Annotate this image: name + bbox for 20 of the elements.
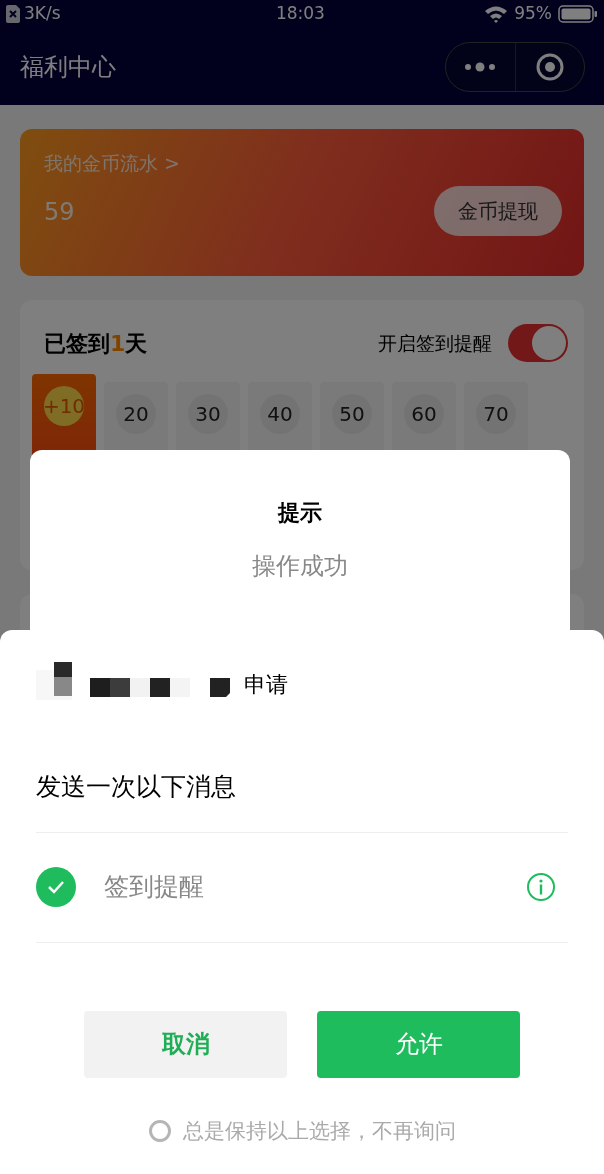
page-title: 福利中心 <box>20 51 116 83</box>
network-speed: 3K/s <box>24 2 61 26</box>
coin-reward: 20 <box>116 394 156 434</box>
signin-title: 已签到1天 <box>44 329 148 358</box>
coin-reward: 30 <box>188 394 228 434</box>
coin-reward: 50 <box>332 394 372 434</box>
coin-reward: 60 <box>404 394 444 434</box>
request-text: 申请 <box>244 670 288 699</box>
remember-label: 总是保持以上选择，不再询问 <box>182 1117 456 1145</box>
coin-reward: 40 <box>260 394 300 434</box>
sheet-heading: 发送一次以下消息 <box>36 768 568 833</box>
coin-amount: 59 <box>44 196 76 228</box>
coin-reward: +10 <box>44 386 84 426</box>
dialog-message: 操作成功 <box>252 554 348 578</box>
dialog-title: 提示 <box>278 502 322 524</box>
battery-percent: 95% <box>514 2 552 26</box>
clock: 18:03 <box>275 2 325 26</box>
reminder-label: 开启签到提醒 <box>378 330 492 356</box>
coin-reward: 70 <box>476 394 516 434</box>
message-item-label: 签到提醒 <box>104 871 205 904</box>
